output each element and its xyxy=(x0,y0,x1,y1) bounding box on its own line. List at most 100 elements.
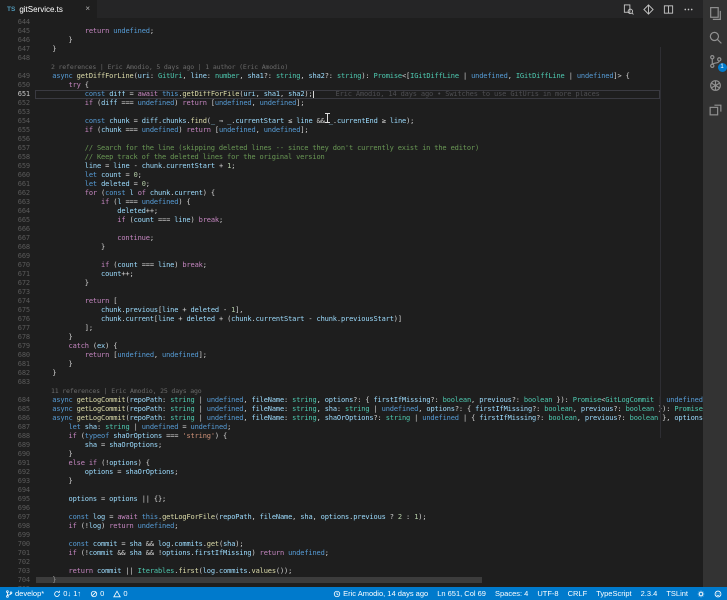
activity-item-source-control[interactable]: 1 xyxy=(708,54,727,72)
code-line[interactable]: 699 xyxy=(0,531,703,540)
code-line[interactable]: 674 return [ xyxy=(0,297,703,306)
code-line[interactable]: 700 const commit = sha && log.commits.ge… xyxy=(0,540,703,549)
code-line[interactable]: 695 options = options || {}; xyxy=(0,495,703,504)
status-item-errors-indicator[interactable]: 0 xyxy=(90,589,104,598)
status-item-git-branch-indicator[interactable]: develop* xyxy=(5,589,44,598)
code-line[interactable]: 690 } xyxy=(0,450,703,459)
code-line[interactable]: 684 async getLogCommit(repoPath: string … xyxy=(0,396,703,405)
status-item-label: CRLF xyxy=(567,589,588,598)
code-line[interactable]: 657 // Search for the line (skipping del… xyxy=(0,144,703,153)
code-line[interactable]: 689 sha = shaOrOptions; xyxy=(0,441,703,450)
code-line[interactable]: 693 } xyxy=(0,477,703,486)
code-line[interactable]: 703 return commit || Iterables.first(log… xyxy=(0,567,703,576)
horizontal-scrollbar[interactable] xyxy=(36,577,482,583)
code-line[interactable]: 656 xyxy=(0,135,703,144)
code-line[interactable]: 681 } xyxy=(0,360,703,369)
code-line[interactable]: 660 let count = 0; xyxy=(0,171,703,180)
activity-item-search[interactable] xyxy=(708,30,723,45)
code-line[interactable]: 686 async getLogCommit(repoPath: string … xyxy=(0,414,703,423)
code-line[interactable]: 676 chunk.current[line + deleted + (chun… xyxy=(0,315,703,324)
line-number: 647 xyxy=(17,45,30,53)
activity-item-debug[interactable] xyxy=(708,78,723,93)
status-item-language-mode[interactable]: TypeScript xyxy=(596,589,631,598)
status-item-sync-indicator[interactable]: 0↓ 1↑ xyxy=(53,589,81,598)
code-line[interactable]: 646 } xyxy=(0,36,703,45)
line-number: 668 xyxy=(17,243,30,251)
code-line[interactable]: 654 const chunk = diff.chunks.find(_ ⇒ _… xyxy=(0,117,703,126)
code-line[interactable]: 666 xyxy=(0,225,703,234)
code-line[interactable]: 644 xyxy=(0,18,703,27)
code-line[interactable]: 663 if (l === undefined) { xyxy=(0,198,703,207)
line-number: 689 xyxy=(17,441,30,449)
code-text: if (typeof shaOrOptions === 'string') { xyxy=(68,432,228,440)
code-line[interactable]: 697 const log = await this.getLogForFile… xyxy=(0,513,703,522)
code-line[interactable]: 650 try { xyxy=(0,81,703,90)
code-line[interactable]: 662 for (const l of chunk.current) { xyxy=(0,189,703,198)
status-item-settings[interactable] xyxy=(697,590,705,598)
open-changes-icon[interactable] xyxy=(623,3,634,15)
close-tab-icon[interactable]: × xyxy=(85,5,90,13)
code-line[interactable]: 683 xyxy=(0,378,703,387)
activity-item-explorer[interactable] xyxy=(708,6,723,21)
code-line[interactable]: 647 } xyxy=(0,45,703,54)
code-editor[interactable]: 644 645 return undefined; 646 } 647 } 648 2 r… xyxy=(0,18,703,587)
line-number: 680 xyxy=(17,351,30,359)
code-line[interactable]: 661 let deleted = 0; xyxy=(0,180,703,189)
code-line[interactable]: 652 if (diff === undefined) return [unde… xyxy=(0,99,703,108)
tab-gitservice-ts[interactable]: TS gitService.ts × xyxy=(0,0,97,18)
status-item-gitlens-blame-status[interactable]: Eric Amodio, 14 days ago xyxy=(333,589,428,598)
status-item-eol[interactable]: CRLF xyxy=(568,589,588,598)
code-line[interactable]: 696 xyxy=(0,504,703,513)
code-line[interactable]: 649 async getDiffForLine(uri: GitUri, li… xyxy=(0,72,703,81)
code-line[interactable]: 677 ]; xyxy=(0,324,703,333)
code-line[interactable]: 670 if (count === line) break; xyxy=(0,261,703,270)
codelens-link[interactable]: 2 references | Eric Amodio, 5 days ago |… xyxy=(36,63,703,72)
code-line[interactable]: 702 xyxy=(0,558,703,567)
code-line[interactable]: 698 if (!log) return undefined; xyxy=(0,522,703,531)
code-line[interactable]: 659 line = line - chunk.currentStart + 1… xyxy=(0,162,703,171)
code-line[interactable]: 669 xyxy=(0,252,703,261)
code-line[interactable]: 675 chunk.previous[line + deleted - 1], xyxy=(0,306,703,315)
status-item-cursor-position[interactable]: Ln 651, Col 69 xyxy=(437,589,486,598)
code-line[interactable]: 651 const diff = await this.getDiffForFi… xyxy=(0,90,703,99)
status-item-feedback[interactable] xyxy=(714,590,722,598)
status-item-encoding[interactable]: UTF-8 xyxy=(537,589,558,598)
code-line[interactable]: 673 xyxy=(0,288,703,297)
code-line[interactable]: 687 let sha: string | undefined = undefi… xyxy=(0,423,703,432)
status-item-indentation[interactable]: Spaces: 4 xyxy=(495,589,528,598)
code-line[interactable]: 671 count++; xyxy=(0,270,703,279)
code-line[interactable]: 668 } xyxy=(0,243,703,252)
code-line[interactable]: 645 return undefined; xyxy=(0,27,703,36)
code-line[interactable]: 655 if (chunk === undefined) return [und… xyxy=(0,126,703,135)
code-line[interactable]: 680 return [undefined, undefined]; xyxy=(0,351,703,360)
code-line[interactable]: 688 if (typeof shaOrOptions === 'string'… xyxy=(0,432,703,441)
code-line[interactable]: 679 catch (ex) { xyxy=(0,342,703,351)
code-line[interactable]: 667 continue; xyxy=(0,234,703,243)
code-line[interactable]: 691 else if (!options) { xyxy=(0,459,703,468)
error-icon xyxy=(90,590,98,598)
status-item-tslint-status[interactable]: TSLint xyxy=(666,589,688,598)
more-actions-icon[interactable] xyxy=(683,4,694,15)
code-line[interactable]: 692 options = shaOrOptions; xyxy=(0,468,703,477)
code-line[interactable]: 665 if (count === line) break; xyxy=(0,216,703,225)
split-editor-icon[interactable] xyxy=(663,4,674,15)
code-line[interactable]: 678 } xyxy=(0,333,703,342)
code-line[interactable]: 648 xyxy=(0,54,703,63)
code-line[interactable]: 701 if (!commit && sha && !options.first… xyxy=(0,549,703,558)
status-item-typescript-version[interactable]: 2.3.4 xyxy=(641,589,658,598)
code-line[interactable]: 664 deleted++; xyxy=(0,207,703,216)
code-line[interactable]: 658 // Keep track of the deleted lines f… xyxy=(0,153,703,162)
line-number: 662 xyxy=(17,189,30,197)
code-line[interactable]: 685 async getLogCommit(repoPath: string … xyxy=(0,405,703,414)
activity-item-extensions[interactable] xyxy=(708,102,723,117)
gitlens-compare-icon[interactable] xyxy=(643,3,654,15)
code-text: async getDiffForLine(uri: GitUri, line: … xyxy=(52,72,630,80)
code-line[interactable]: 694 xyxy=(0,486,703,495)
codelens-link[interactable]: 11 references | Eric Amodio, 25 days ago xyxy=(36,387,703,396)
smiley-icon xyxy=(714,590,722,598)
code-line[interactable]: 653 xyxy=(0,108,703,117)
code-line[interactable]: 682 } xyxy=(0,369,703,378)
status-item-warnings-indicator[interactable]: 0 xyxy=(113,589,127,598)
code-line[interactable]: 672 } xyxy=(0,279,703,288)
